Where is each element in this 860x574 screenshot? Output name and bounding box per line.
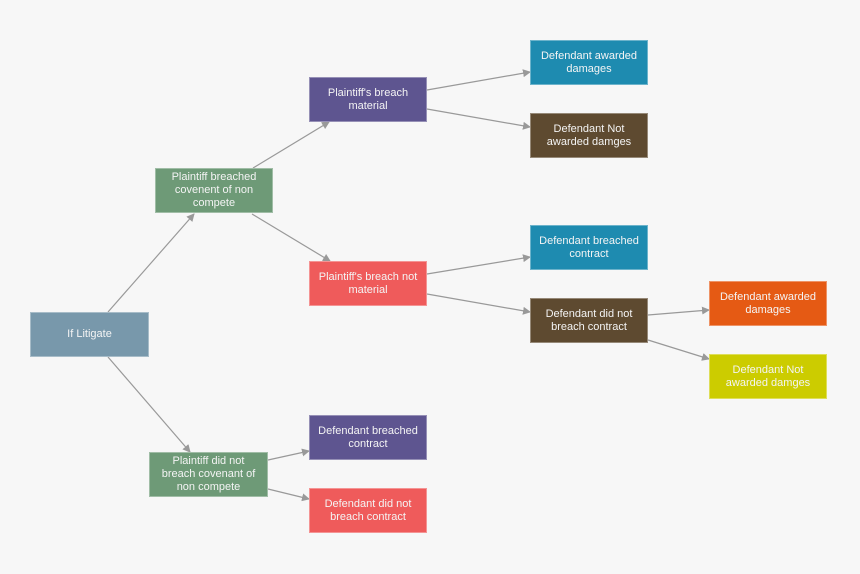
- edge-arrow-breach_not_material-to-def_breached_1: [426, 254, 531, 275]
- edge-arrow-breach_not_material-to-def_did_not_1: [426, 293, 531, 315]
- edge-arrow-def_did_not_1-to-def_not_awarded_2: [647, 339, 710, 361]
- node-defendant-awarded-damages-2: Defendant awarded damages: [709, 281, 827, 326]
- node-label: Plaintiff did not breach covenant of non…: [161, 455, 256, 493]
- edge-arrow-if_litigate-to-plaintiff_not_breach: [107, 356, 191, 453]
- node-label: Defendant awarded damages: [719, 290, 816, 316]
- node-label: Defendant Not awarded damges: [546, 122, 632, 148]
- node-label: Defendant did not breach contract: [545, 307, 633, 333]
- node-defendant-breached-2: Defendant breached contract: [309, 415, 427, 460]
- node-label: Plaintiff's breach not material: [318, 270, 418, 296]
- node-defendant-did-not-breach: Defendant did not breach contract: [530, 298, 648, 343]
- edge-arrow-plaintiff_breached-to-breach_not_material: [251, 213, 331, 262]
- edge-arrow-plaintiff_breached-to-breach_material: [252, 121, 330, 169]
- node-defendant-breached: Defendant breached contract: [530, 225, 648, 270]
- node-plaintiff-breached: Plaintiff breached covenent of non compe…: [155, 168, 273, 213]
- node-defendant-not-awarded: Defendant Not awarded damges: [530, 113, 648, 158]
- edge-arrow-def_did_not_1-to-def_awarded_2: [647, 306, 710, 316]
- node-label: Plaintiff breached covenent of non compe…: [171, 171, 257, 209]
- edge-arrow-plaintiff_not_breach-to-def_breached_2: [267, 448, 310, 461]
- edge-arrow-plaintiff_not_breach-to-def_did_not_2: [267, 488, 310, 502]
- node-if-litigate: If Litigate: [30, 312, 149, 357]
- edge-arrow-breach_material-to-def_not_awarded_1: [426, 108, 531, 130]
- node-label: Defendant awarded damages: [540, 49, 637, 75]
- edge-arrow-breach_material-to-def_awarded_1: [426, 69, 531, 91]
- node-label: Defendant breached contract: [539, 234, 639, 260]
- node-label: If Litigate: [67, 328, 112, 340]
- node-plaintiff-not-breach: Plaintiff did not breach covenant of non…: [149, 452, 268, 497]
- node-label: Defendant did not breach contract: [324, 497, 412, 523]
- node-label: Defendant Not awarded damges: [725, 363, 811, 389]
- node-defendant-did-not-breach-2: Defendant did not breach contract: [309, 488, 427, 533]
- node-label: Plaintiff's breach material: [327, 86, 409, 112]
- node-breach-material: Plaintiff's breach material: [309, 77, 427, 122]
- node-label: Defendant breached contract: [318, 424, 418, 450]
- node-breach-not-material: Plaintiff's breach not material: [309, 261, 427, 306]
- edge-arrow-if_litigate-to-plaintiff_breached: [107, 213, 195, 313]
- node-defendant-not-awarded-2: Defendant Not awarded damges: [709, 354, 827, 399]
- node-defendant-awarded-damages: Defendant awarded damages: [530, 40, 648, 85]
